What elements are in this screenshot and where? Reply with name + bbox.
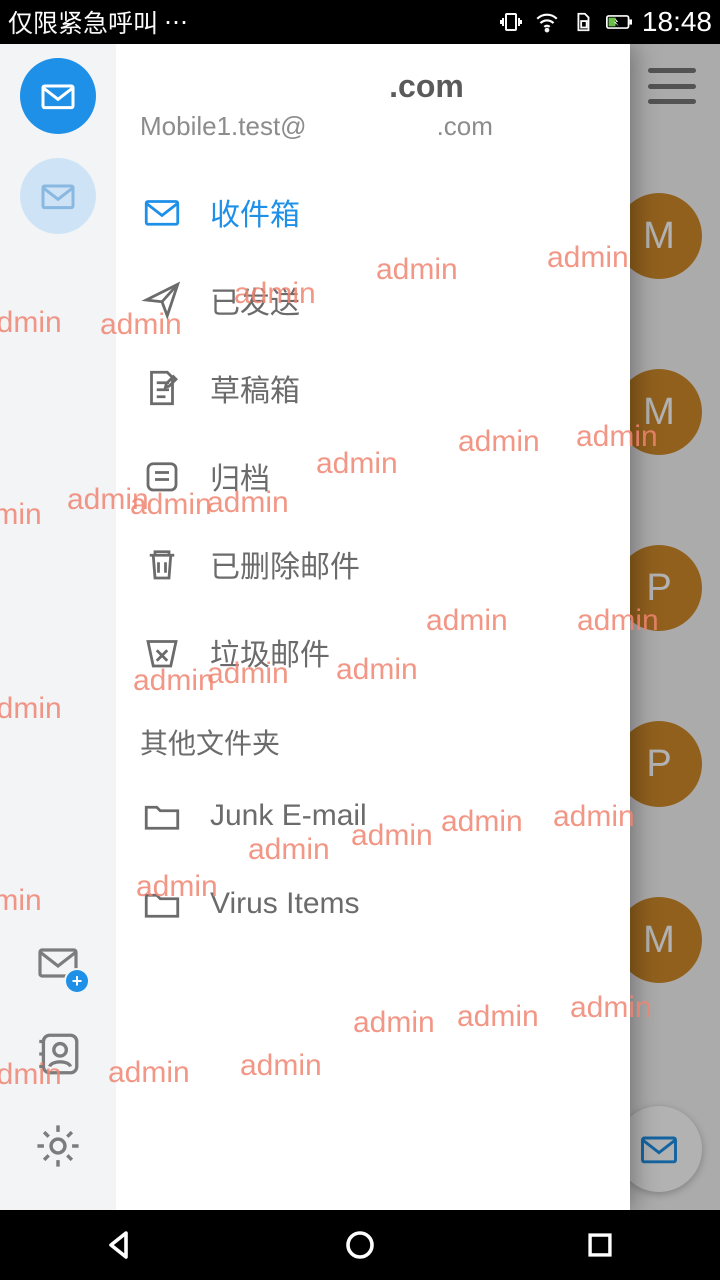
add-account-button[interactable]: +: [30, 934, 86, 990]
rail-bottom: +: [30, 934, 86, 1210]
deleted-icon: [140, 542, 184, 586]
settings-button[interactable]: [30, 1118, 86, 1174]
folder-archive[interactable]: 归档: [116, 432, 630, 520]
folder-icon: [140, 882, 184, 926]
drafts-icon: [140, 366, 184, 410]
folder-label: 已删除邮件: [210, 542, 360, 586]
navigation-drawer: +: [0, 44, 630, 1210]
folder-virus-items[interactable]: Virus Items: [116, 860, 630, 948]
inbox-icon: [140, 190, 184, 234]
status-network-text: 仅限紧急呼叫: [8, 4, 158, 40]
other-folders-title: 其他文件夹: [116, 696, 630, 772]
folder-label: 归档: [210, 454, 270, 498]
status-time: 18:48: [642, 6, 712, 38]
folder-junk[interactable]: 垃圾邮件: [116, 608, 630, 696]
drawer-main: xxxxxxxxxxxxxx.com Mobile1.test@xxxxxxxx…: [116, 44, 630, 1210]
nav-back-button[interactable]: [96, 1221, 144, 1269]
app-root: MMPPM: [0, 44, 720, 1210]
archive-icon: [140, 454, 184, 498]
status-left: 仅限紧急呼叫 ⋯: [8, 4, 190, 40]
other-folder-list: Junk E-mail Virus Items: [116, 772, 630, 948]
drawer-rail: +: [0, 44, 116, 1210]
sim-icon: [570, 9, 596, 35]
account-email: Mobile1.test@xxxxxxxxxx.com: [140, 111, 606, 142]
plus-badge-icon: +: [66, 970, 88, 992]
contacts-button[interactable]: [30, 1026, 86, 1082]
folder-label: 已发送: [210, 278, 300, 322]
folder-label: 垃圾邮件: [210, 630, 330, 674]
folder-junk-email[interactable]: Junk E-mail: [116, 772, 630, 860]
folder-list: 收件箱已发送草稿箱归档已删除邮件垃圾邮件: [116, 168, 630, 696]
folder-sent[interactable]: 已发送: [116, 256, 630, 344]
folder-drafts[interactable]: 草稿箱: [116, 344, 630, 432]
vibrate-icon: [498, 9, 524, 35]
nav-recent-button[interactable]: [576, 1221, 624, 1269]
folder-label: Virus Items: [210, 887, 360, 921]
folder-label: 草稿箱: [210, 366, 300, 410]
nav-home-button[interactable]: [336, 1221, 384, 1269]
status-more-icon: ⋯: [164, 8, 190, 37]
folder-icon: [140, 794, 184, 838]
folder-label: Junk E-mail: [210, 799, 367, 833]
account-header[interactable]: xxxxxxxxxxxxxx.com Mobile1.test@xxxxxxxx…: [116, 62, 630, 168]
account-avatar-primary[interactable]: [20, 58, 96, 134]
account-avatar-secondary[interactable]: [20, 158, 96, 234]
battery-icon: [606, 9, 632, 35]
status-right: 18:48: [498, 6, 712, 38]
junk-icon: [140, 630, 184, 674]
sent-icon: [140, 278, 184, 322]
wifi-icon: [534, 9, 560, 35]
folder-inbox[interactable]: 收件箱: [116, 168, 630, 256]
android-nav-bar: [0, 1210, 720, 1280]
folder-deleted[interactable]: 已删除邮件: [116, 520, 630, 608]
android-status-bar: 仅限紧急呼叫 ⋯ 18:48: [0, 0, 720, 44]
account-title: xxxxxxxxxxxxxx.com: [140, 68, 606, 105]
folder-label: 收件箱: [210, 190, 300, 234]
